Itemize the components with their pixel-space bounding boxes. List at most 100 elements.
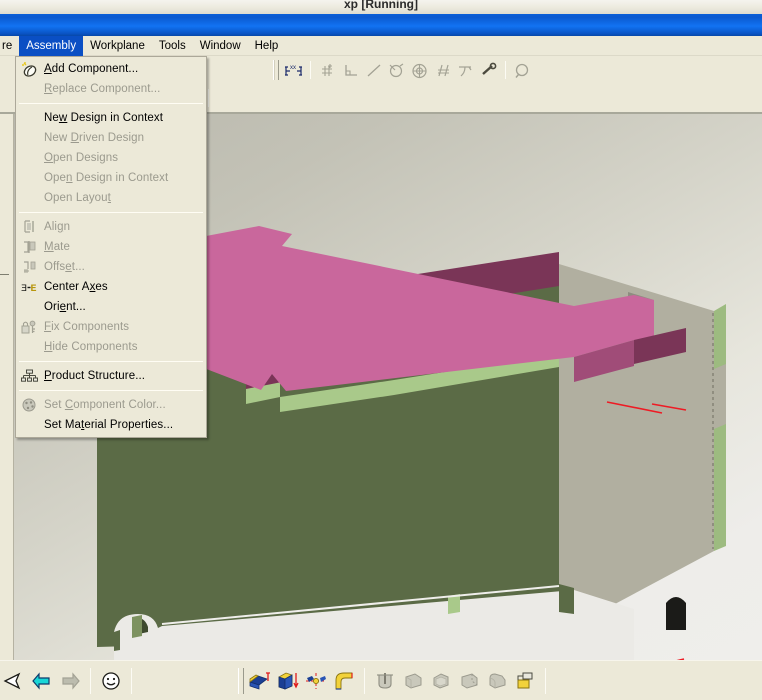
no-icon xyxy=(16,168,42,188)
menu-item-orient[interactable]: Orient... xyxy=(16,297,206,317)
menu-item-open-designs[interactable]: Open Designs xyxy=(16,148,206,168)
no-icon xyxy=(16,297,42,317)
bottom-separator-3 xyxy=(364,667,365,694)
model-left-foot xyxy=(114,630,120,651)
fillet-shape-icon[interactable] xyxy=(483,667,511,695)
forward-arrow-icon[interactable] xyxy=(56,667,84,695)
bottom-toolbar xyxy=(0,660,762,700)
menu-item-offset[interactable]: Offset... xyxy=(16,257,206,277)
tangent-circle-icon[interactable] xyxy=(385,59,408,81)
vm-title-text: xp [Running] xyxy=(344,0,418,11)
no-icon xyxy=(16,108,42,128)
menu-workplane[interactable]: Workplane xyxy=(83,36,152,56)
menu-item-set-material-properties[interactable]: Set Material Properties... xyxy=(16,415,206,435)
menu-item-add-component[interactable]: Add Component... xyxy=(16,59,206,79)
loft-bend-icon[interactable] xyxy=(330,667,358,695)
revolve-icon[interactable] xyxy=(274,667,302,695)
fix-constraint-icon[interactable] xyxy=(477,59,500,81)
extrude-icon[interactable] xyxy=(246,667,274,695)
menu-item-label: Hide Components xyxy=(44,341,138,353)
menu-item-align[interactable]: Align xyxy=(16,217,206,237)
menu-feature-truncated[interactable]: re xyxy=(0,36,19,56)
no-icon xyxy=(16,148,42,168)
bottom-separator-1 xyxy=(90,667,91,694)
draft-shape-icon[interactable] xyxy=(455,667,483,695)
equal-length-icon[interactable] xyxy=(431,59,454,81)
menu-item-open-layout[interactable]: Open Layout xyxy=(16,188,206,208)
svg-text:xx: xx xyxy=(290,65,296,71)
zoom-icon[interactable] xyxy=(511,59,534,81)
menu-item-open-design-in-context[interactable]: Open Design in Context xyxy=(16,168,206,188)
dimension-xx-icon[interactable]: xx xyxy=(282,59,305,81)
menu-item-fix-components[interactable]: Fix Components xyxy=(16,317,206,337)
bottom-separator-4 xyxy=(545,667,546,694)
blend-shape-icon[interactable] xyxy=(399,667,427,695)
fix-components-icon xyxy=(16,317,42,337)
svg-text:Ǝ: Ǝ xyxy=(21,284,27,294)
menu-item-label: Offset... xyxy=(44,261,85,273)
menu-item-label: Fix Components xyxy=(44,321,130,333)
menu-item-label: Open Layout xyxy=(44,192,111,204)
menu-item-replace-component[interactable]: Replace Component... xyxy=(16,79,206,99)
menu-item-new-driven-design[interactable]: New Driven Design xyxy=(16,128,206,148)
vm-titlebar: xp [Running] xyxy=(0,0,762,14)
menu-bar: re Assembly Workplane Tools Window Help xyxy=(0,35,762,56)
view-direction-icon[interactable] xyxy=(0,667,28,695)
perpendicular-icon[interactable] xyxy=(454,59,477,81)
add-point-icon[interactable] xyxy=(316,59,339,81)
svg-text:E: E xyxy=(30,284,36,294)
menu-item-center-axes[interactable]: Ǝ E Center Axes xyxy=(16,277,206,297)
line-icon[interactable] xyxy=(362,59,385,81)
concentric-icon[interactable] xyxy=(408,59,431,81)
menu-item-set-component-color[interactable]: Set Component Color... xyxy=(16,395,206,415)
toolbar-separator-2 xyxy=(505,61,506,79)
sweep-path-icon[interactable] xyxy=(302,667,330,695)
toolbar-grip[interactable] xyxy=(273,60,279,80)
menu-item-label: Orient... xyxy=(44,301,86,313)
hole-icon[interactable] xyxy=(371,667,399,695)
no-icon xyxy=(16,337,42,357)
menu-item-label: Open Design in Context xyxy=(44,172,169,184)
menu-separator xyxy=(19,361,203,362)
menu-item-hide-components[interactable]: Hide Components xyxy=(16,337,206,357)
pattern-copy-icon[interactable] xyxy=(511,667,539,695)
bottom-toolbar-grip[interactable] xyxy=(238,667,244,694)
assembly-dropdown-menu[interactable]: Add Component... Replace Component... Ne… xyxy=(15,56,207,438)
menu-tools[interactable]: Tools xyxy=(152,36,193,56)
no-icon xyxy=(16,79,42,99)
menu-item-label: New Design in Context xyxy=(44,112,164,124)
menu-item-label: Open Designs xyxy=(44,152,119,164)
menu-help[interactable]: Help xyxy=(248,36,286,56)
no-icon xyxy=(16,128,42,148)
menu-item-label: New Driven Design xyxy=(44,132,145,144)
center-axes-icon: Ǝ E xyxy=(16,277,42,297)
align-icon xyxy=(16,217,42,237)
menu-item-product-structure[interactable]: Product Structure... xyxy=(16,366,206,386)
menu-separator xyxy=(19,103,203,104)
offset-icon xyxy=(16,257,42,277)
menu-item-label: Product Structure... xyxy=(44,370,146,382)
menu-item-mate[interactable]: Mate xyxy=(16,237,206,257)
menu-item-label: Set Material Properties... xyxy=(44,419,174,431)
menu-item-label: Set Component Color... xyxy=(44,399,166,411)
menu-item-label: Mate xyxy=(44,241,70,253)
app-titlebar-blue xyxy=(0,14,762,36)
menu-separator xyxy=(19,390,203,391)
shell-shape-icon[interactable] xyxy=(427,667,455,695)
menu-item-new-design-in-context[interactable]: New Design in Context xyxy=(16,108,206,128)
model-lid-lip-far xyxy=(634,295,654,342)
menu-assembly[interactable]: Assembly xyxy=(19,35,84,56)
smiley-face-icon[interactable] xyxy=(97,667,125,695)
model-foot-arch-right xyxy=(666,597,686,630)
menu-item-label: Replace Component... xyxy=(44,83,161,95)
model-front-bottom-right xyxy=(559,584,574,614)
add-component-icon xyxy=(16,59,42,79)
corner-relation-icon[interactable] xyxy=(339,59,362,81)
product-structure-icon xyxy=(16,366,42,386)
no-icon xyxy=(16,415,42,435)
menu-item-label: Add Component... xyxy=(44,63,139,75)
toolbar-secondary-separator xyxy=(208,89,209,107)
model-left-foot-green xyxy=(132,615,142,638)
back-arrow-icon[interactable] xyxy=(28,667,56,695)
menu-window[interactable]: Window xyxy=(193,36,248,56)
